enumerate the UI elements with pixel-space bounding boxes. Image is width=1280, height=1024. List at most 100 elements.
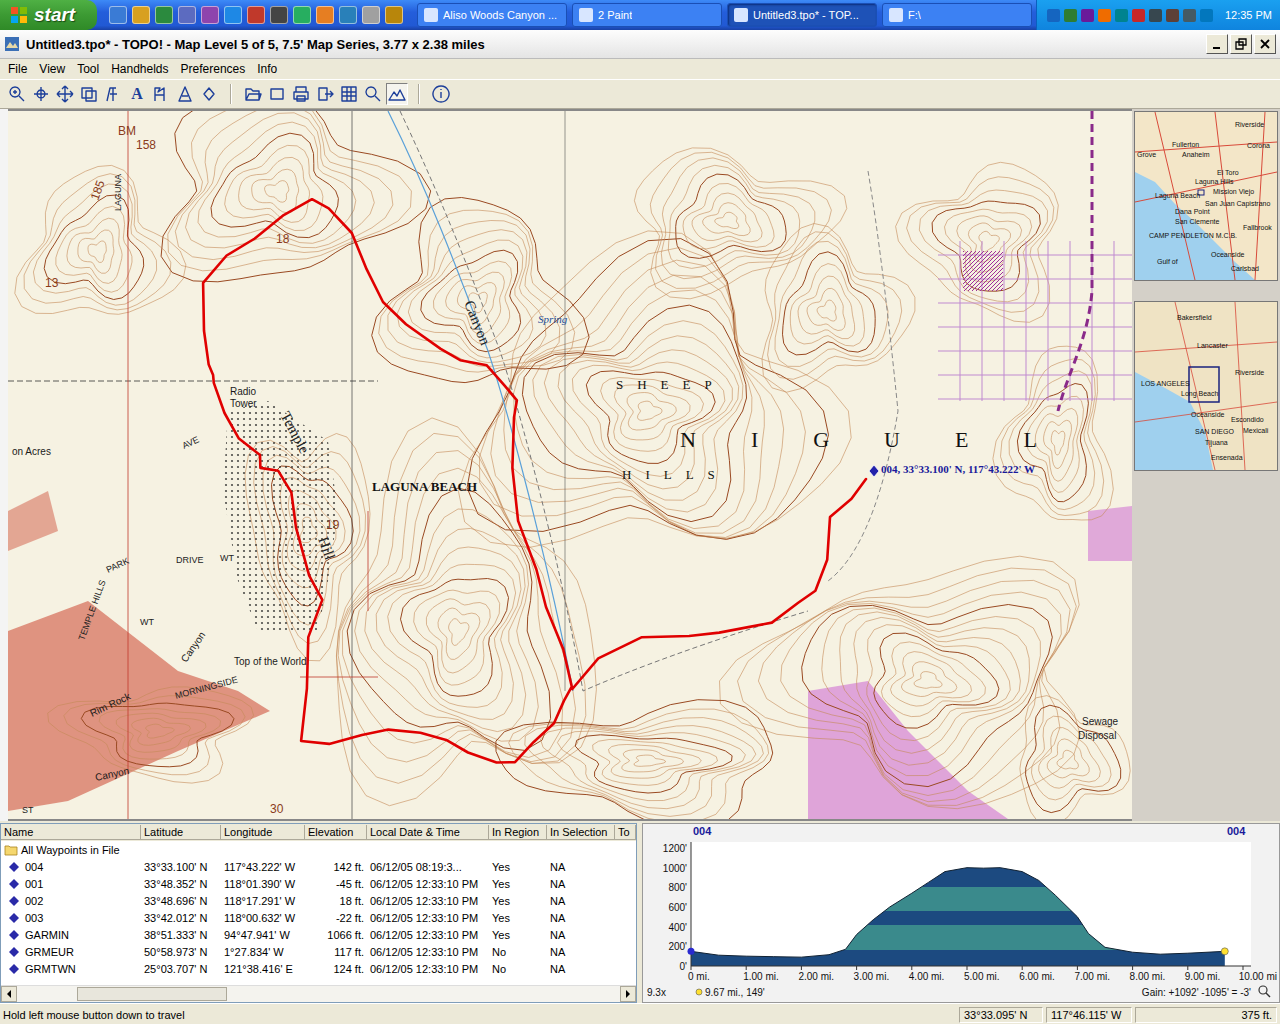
route-line[interactable] (203, 199, 866, 762)
table-row[interactable]: 00233°48.696' N118°17.291' W18 ft.06/12/… (1, 892, 636, 909)
column-header[interactable]: Local Date & Time (367, 825, 489, 840)
quick-launch-icon[interactable] (201, 6, 219, 24)
table-row[interactable]: 00333°42.012' N118°00.632' W-22 ft.06/12… (1, 909, 636, 926)
toolbar-button[interactable] (430, 83, 452, 105)
symbol-tool-icon (152, 85, 170, 103)
toolbar-button[interactable] (314, 83, 336, 105)
menu-item[interactable]: File (2, 62, 33, 76)
toolbar-button[interactable] (174, 83, 196, 105)
y-tick: 800' (668, 882, 687, 893)
toolbar-button[interactable] (362, 83, 384, 105)
start-button[interactable]: start (0, 0, 97, 30)
elevation-profile[interactable]: 0040040'200'400'600'800'1000'1200'0 mi.1… (642, 823, 1280, 1003)
x-tick: 7.00 mi. (1074, 971, 1110, 982)
menu-item[interactable]: View (33, 62, 71, 76)
task-button[interactable]: 2 Paint (572, 3, 722, 27)
menu-item[interactable]: Tool (71, 62, 105, 76)
end-label: 004 (1227, 825, 1246, 837)
column-header[interactable]: Name (1, 825, 141, 840)
toolbar-button[interactable] (338, 83, 360, 105)
task-button[interactable]: Aliso Woods Canyon ... (417, 3, 567, 27)
quick-launch-icon[interactable] (385, 6, 403, 24)
tray-icon[interactable] (1098, 9, 1111, 22)
waypoint-icon (9, 964, 19, 974)
scroll-left-button[interactable] (1, 986, 17, 1002)
horizontal-scrollbar[interactable] (1, 985, 636, 1002)
quick-launch-icon[interactable] (109, 6, 127, 24)
menu-item[interactable]: Preferences (175, 62, 252, 76)
regional-overview-map[interactable]: RiversideFullertonCoronaAnaheimGroveEl T… (1134, 111, 1278, 281)
overview-label: Mission Viejo (1213, 188, 1254, 196)
restore-button[interactable] (1230, 34, 1252, 54)
overview-label: San Juan Capistrano (1205, 200, 1270, 208)
zoom-icon[interactable] (1259, 986, 1270, 997)
table-row[interactable]: GRMTWN25°03.707' N121°38.416' E124 ft.06… (1, 960, 636, 977)
toolbar-button[interactable] (150, 83, 172, 105)
text-tool-button[interactable]: A (126, 83, 148, 105)
tray-icon[interactable] (1149, 9, 1162, 22)
minimize-button[interactable] (1206, 34, 1228, 54)
toolbar-button[interactable] (30, 83, 52, 105)
waypoint-icon (9, 930, 19, 940)
quick-launch-icon[interactable] (293, 6, 311, 24)
quick-launch-icon[interactable] (155, 6, 173, 24)
quick-launch-icon[interactable] (339, 6, 357, 24)
quick-launch-icon[interactable] (362, 6, 380, 24)
tray-icon[interactable] (1047, 9, 1060, 22)
toolbar-button[interactable] (54, 83, 76, 105)
close-button[interactable] (1254, 34, 1276, 54)
column-header[interactable]: In Region (489, 825, 547, 840)
table-row[interactable]: GARMIN38°51.333' N94°47.941' W1066 ft.06… (1, 926, 636, 943)
toolbar-button[interactable] (242, 83, 264, 105)
table-header: NameLatitudeLongitudeElevationLocal Date… (1, 824, 636, 841)
waypoint-marker[interactable] (869, 465, 879, 477)
task-button[interactable]: Untitled3.tpo* - TOP... (727, 3, 877, 27)
scroll-thumb[interactable] (77, 987, 227, 1001)
toolbar-button[interactable] (102, 83, 124, 105)
scroll-right-button[interactable] (620, 986, 636, 1002)
toolbar-button[interactable] (266, 83, 288, 105)
folder-row[interactable]: All Waypoints in File (1, 841, 636, 858)
x-tick: 5.00 mi. (964, 971, 1000, 982)
tray-icon[interactable] (1081, 9, 1094, 22)
tray-icon[interactable] (1183, 9, 1196, 22)
table-row[interactable]: 00433°33.100' N117°43.222' W142 ft.06/12… (1, 858, 636, 875)
state-overview-map[interactable]: BakersfieldLancasterLOS ANGELESRiverside… (1134, 301, 1278, 471)
task-button[interactable]: F:\ (882, 3, 1032, 27)
tray-icon[interactable] (1200, 9, 1213, 22)
map-label: Disposal (1078, 730, 1116, 741)
table-row[interactable]: 00133°48.352' N118°01.390' W-45 ft.06/12… (1, 875, 636, 892)
section-line (368, 511, 369, 611)
railroad (1058, 111, 1092, 411)
quick-launch-icon[interactable] (178, 6, 196, 24)
menu-item[interactable]: Handhelds (105, 62, 174, 76)
quick-launch-icon[interactable] (132, 6, 150, 24)
section-line (300, 677, 378, 678)
quick-launch-icon[interactable] (316, 6, 334, 24)
tray-icon[interactable] (1166, 9, 1179, 22)
overview-label: Fallbrook (1243, 224, 1272, 231)
column-header[interactable]: Longitude (221, 825, 305, 840)
tray-icon[interactable] (1132, 9, 1145, 22)
toolbar-button[interactable] (386, 83, 408, 105)
quick-launch-icon[interactable] (247, 6, 265, 24)
column-header[interactable]: In Selection (547, 825, 615, 840)
toolbar-button[interactable] (6, 83, 28, 105)
column-header[interactable]: Latitude (141, 825, 221, 840)
toolbar-button[interactable] (78, 83, 100, 105)
tray-icon[interactable] (1115, 9, 1128, 22)
profile-segment (846, 935, 857, 950)
table-row[interactable]: GRMEUR50°58.973' N1°27.834' W117 ft.06/1… (1, 943, 636, 960)
profile-segment (1088, 934, 1105, 948)
menu-item[interactable]: Info (251, 62, 283, 76)
topo-map[interactable]: BM158LAGUNA1851813RadioTowerTempleHillon… (8, 111, 1132, 819)
profile-segment (801, 955, 829, 957)
toolbar-button[interactable] (198, 83, 220, 105)
column-header[interactable]: To (615, 825, 636, 840)
quick-launch-icon[interactable] (270, 6, 288, 24)
quick-launch-icon[interactable] (224, 6, 242, 24)
profile-chart: 0040040'200'400'600'800'1000'1200'0 mi.1… (643, 824, 1280, 1002)
column-header[interactable]: Elevation (305, 825, 367, 840)
toolbar-button[interactable] (290, 83, 312, 105)
tray-icon[interactable] (1064, 9, 1077, 22)
